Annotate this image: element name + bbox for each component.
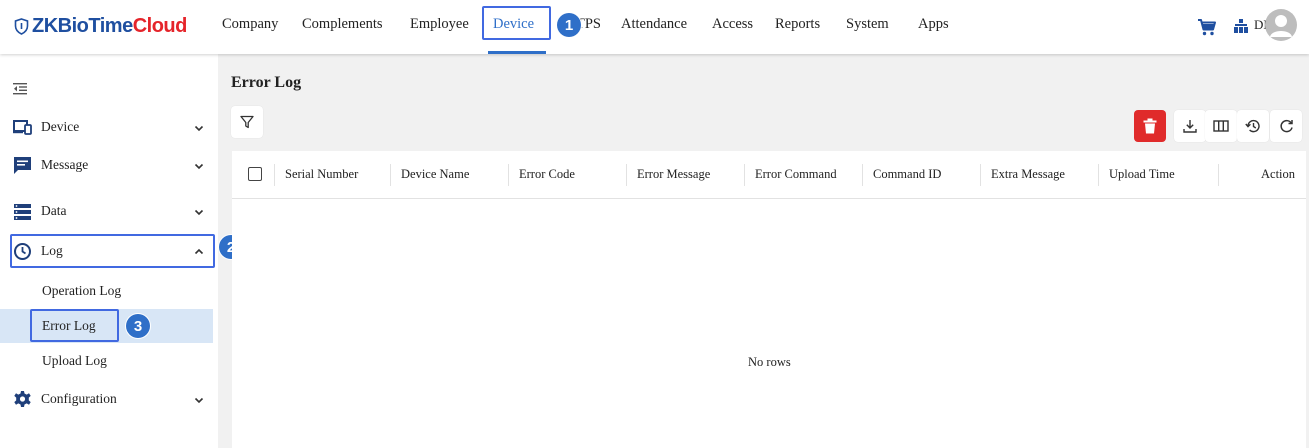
column-separator [744,164,745,186]
sidebar-item-label: Device [41,119,80,134]
callout-badge-1: 1 [557,13,581,37]
col-action[interactable]: Action [1261,167,1295,182]
select-all-checkbox[interactable] [248,167,262,181]
nav-company[interactable]: Company [222,16,278,33]
col-error-code[interactable]: Error Code [519,167,575,182]
device-icon [13,120,32,135]
nav-complements[interactable]: Complements [302,16,383,33]
filter-icon [240,115,254,129]
refresh-button[interactable] [1270,110,1302,142]
sidebar-item-data[interactable]: Data [0,194,218,230]
sidebar-item-label: Operation Log [42,283,122,298]
data-icon [14,204,31,220]
organization-icon [1234,19,1248,33]
sidebar-item-label: Data [41,203,67,218]
chevron-down-icon [194,397,204,404]
top-bar: ZKBioTime Cloud Company Complements Empl… [0,0,1309,54]
page-title: Error Log [231,74,302,91]
gear-icon [14,391,31,407]
sidebar-item-operation-log[interactable]: Operation Log [0,274,213,308]
shield-icon [14,17,29,35]
refresh-icon [1279,119,1293,132]
column-separator [508,164,509,186]
download-icon [1183,120,1197,133]
callout-highlight-device [482,6,551,40]
sidebar-item-device[interactable]: Device [0,110,218,146]
column-separator [274,164,275,186]
delete-button[interactable] [1134,110,1166,142]
nav-access[interactable]: Access [712,16,753,33]
sidebar-item-label: Configuration [41,391,117,406]
col-upload-time[interactable]: Upload Time [1109,167,1175,182]
nav-attendance[interactable]: Attendance [621,16,687,33]
callout-badge-3: 3 [126,314,150,338]
nav-apps[interactable]: Apps [918,16,949,33]
history-button[interactable] [1237,110,1269,142]
col-serial-number[interactable]: Serial Number [285,167,358,182]
column-separator [1098,164,1099,186]
sidebar-item-label: Message [41,157,89,172]
nav-employee[interactable]: Employee [410,16,469,33]
cart-icon[interactable] [1197,17,1217,37]
message-icon [14,157,31,174]
col-command-id[interactable]: Command ID [873,167,941,182]
sidebar-item-configuration[interactable]: Configuration [0,382,218,418]
chevron-down-icon [194,125,204,132]
columns-icon [1213,120,1229,132]
empty-state-text: No rows [748,355,791,369]
sidebar-item-label: Upload Log [42,353,107,368]
nav-active-indicator [488,51,546,54]
col-device-name[interactable]: Device Name [401,167,469,182]
avatar[interactable] [1265,9,1297,41]
column-separator [626,164,627,186]
trash-icon [1143,118,1157,134]
col-error-command[interactable]: Error Command [755,167,837,182]
chevron-down-icon [194,163,204,170]
brand-logo[interactable]: ZKBioTime Cloud [14,12,187,40]
brand-name-primary: ZKBioTime [32,14,133,37]
sidebar-item-message[interactable]: Message [0,148,218,184]
callout-highlight-log [10,234,215,268]
col-extra-message[interactable]: Extra Message [991,167,1065,182]
nav-reports[interactable]: Reports [775,16,820,33]
error-log-table: Serial Number Device Name Error Code Err… [232,151,1306,448]
column-separator [862,164,863,186]
col-error-message[interactable]: Error Message [637,167,710,182]
callout-highlight-error-log [30,309,119,342]
chevron-down-icon [194,209,204,216]
columns-button[interactable] [1205,110,1237,142]
history-icon [1245,119,1260,133]
column-separator [1218,164,1219,186]
export-button[interactable] [1174,110,1206,142]
sidebar-item-upload-log[interactable]: Upload Log [0,344,213,378]
user-icon [1270,15,1292,37]
brand-name-secondary: Cloud [132,14,188,37]
column-separator [980,164,981,186]
collapse-menu-icon[interactable] [12,81,28,97]
table-header: Serial Number Device Name Error Code Err… [232,151,1306,199]
filter-button[interactable] [231,106,263,138]
column-separator [390,164,391,186]
sidebar: Device Message Data Log 2 Operation Log … [0,54,243,448]
nav-system[interactable]: System [846,16,889,33]
